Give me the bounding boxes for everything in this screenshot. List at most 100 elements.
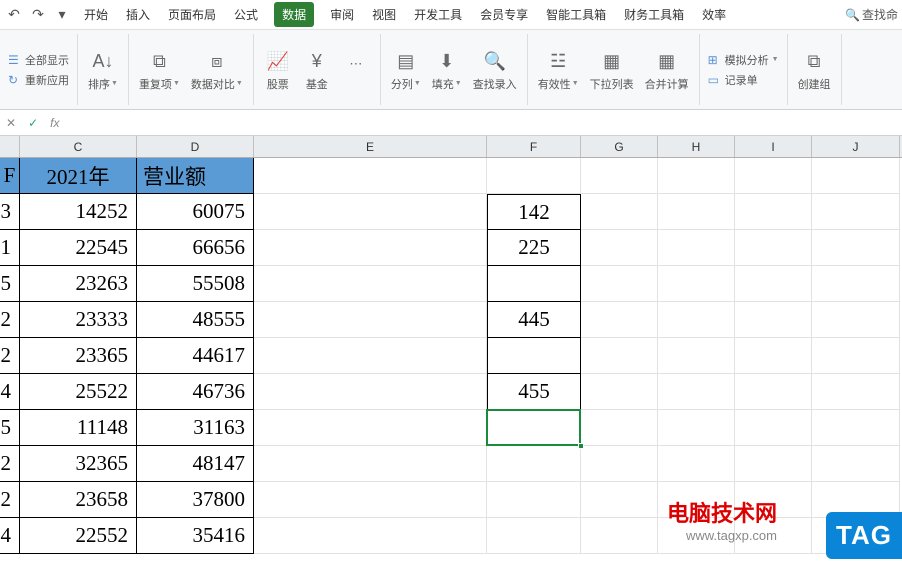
cell[interactable]: 60075 xyxy=(137,194,254,230)
formula-confirm-icon[interactable]: ✓ xyxy=(22,116,44,130)
cell[interactable]: 23365 xyxy=(20,338,137,374)
formula-cancel-icon[interactable]: ✕ xyxy=(0,116,22,130)
cell[interactable]: 23263 xyxy=(20,266,137,302)
cell[interactable] xyxy=(658,302,735,338)
cell[interactable] xyxy=(254,230,487,266)
col-header-G[interactable]: G xyxy=(581,136,658,157)
fx-icon[interactable]: fx xyxy=(44,116,65,130)
cell[interactable] xyxy=(735,194,812,230)
sort-button[interactable]: A↓ 排序▼ xyxy=(83,48,123,92)
cell[interactable] xyxy=(254,410,487,446)
cell[interactable] xyxy=(254,302,487,338)
cell[interactable] xyxy=(735,338,812,374)
cell[interactable] xyxy=(658,338,735,374)
dropdown-list-button[interactable]: ▦下拉列表 xyxy=(585,48,639,92)
cell[interactable] xyxy=(254,374,487,410)
cell[interactable]: 25522 xyxy=(20,374,137,410)
cell[interactable]: 11148 xyxy=(20,410,137,446)
cell[interactable]: 445 xyxy=(487,302,581,338)
tab-toolbox[interactable]: 智能工具箱 xyxy=(544,2,608,27)
cell[interactable] xyxy=(658,230,735,266)
cell[interactable] xyxy=(254,158,487,194)
cell[interactable] xyxy=(812,266,900,302)
col-header-B[interactable] xyxy=(0,136,20,157)
stock-button[interactable]: 📈股票 xyxy=(259,48,297,92)
cell[interactable] xyxy=(735,446,812,482)
col-header-H[interactable]: H xyxy=(658,136,735,157)
col-header-D[interactable]: D xyxy=(137,136,254,157)
cell[interactable] xyxy=(581,410,658,446)
cell[interactable]: 31163 xyxy=(137,410,254,446)
cell[interactable] xyxy=(254,482,487,518)
cell[interactable]: 5 xyxy=(0,410,20,446)
tab-insert[interactable]: 插入 xyxy=(124,2,152,27)
cell[interactable]: 营业额 xyxy=(137,158,254,194)
cell[interactable] xyxy=(735,302,812,338)
consolidate-button[interactable]: ▦合并计算 xyxy=(640,48,694,92)
cell[interactable]: 2 xyxy=(0,446,20,482)
cell[interactable] xyxy=(581,230,658,266)
cell[interactable]: 2 xyxy=(0,482,20,518)
cell[interactable]: 5 xyxy=(0,266,20,302)
tab-dev[interactable]: 开发工具 xyxy=(412,2,464,27)
cell[interactable] xyxy=(254,266,487,302)
qat-dropdown-icon[interactable]: ▾ xyxy=(52,5,72,25)
cell[interactable] xyxy=(581,374,658,410)
cell[interactable] xyxy=(658,410,735,446)
cell[interactable]: 23333 xyxy=(20,302,137,338)
cell[interactable]: 2021年 xyxy=(20,158,137,194)
tab-start[interactable]: 开始 xyxy=(82,2,110,27)
cell[interactable]: 23658 xyxy=(20,482,137,518)
tab-data[interactable]: 数据 xyxy=(274,2,314,27)
grid[interactable]: F2021年营业额3142526007514212254566656225523… xyxy=(0,158,902,554)
cell[interactable] xyxy=(254,518,487,554)
simulate-button[interactable]: ⊞模拟分析▼ xyxy=(705,51,782,69)
cell[interactable] xyxy=(487,518,581,554)
tab-member[interactable]: 会员专享 xyxy=(478,2,530,27)
col-header-I[interactable]: I xyxy=(735,136,812,157)
tab-efficiency[interactable]: 效率 xyxy=(700,2,728,27)
cell[interactable] xyxy=(581,302,658,338)
cell[interactable] xyxy=(487,266,581,302)
search-command[interactable]: 🔍 查找命 xyxy=(845,6,898,23)
tab-formula[interactable]: 公式 xyxy=(232,2,260,27)
cell[interactable]: 142 xyxy=(487,194,581,230)
cell[interactable]: 66656 xyxy=(137,230,254,266)
cell[interactable] xyxy=(581,518,658,554)
cell[interactable]: 2 xyxy=(0,338,20,374)
cell[interactable] xyxy=(254,446,487,482)
tab-review[interactable]: 审阅 xyxy=(328,2,356,27)
cell[interactable]: 48555 xyxy=(137,302,254,338)
col-header-J[interactable]: J xyxy=(812,136,900,157)
cell[interactable] xyxy=(581,158,658,194)
cell[interactable] xyxy=(487,338,581,374)
cell[interactable]: F xyxy=(0,158,20,194)
cell[interactable]: 22552 xyxy=(20,518,137,554)
cell[interactable] xyxy=(581,194,658,230)
cell[interactable] xyxy=(735,158,812,194)
fund-button[interactable]: ¥基金 xyxy=(298,48,336,92)
cell[interactable] xyxy=(658,158,735,194)
cell[interactable]: 48147 xyxy=(137,446,254,482)
cell[interactable] xyxy=(254,194,487,230)
cell[interactable]: 22545 xyxy=(20,230,137,266)
cell[interactable] xyxy=(658,266,735,302)
cell[interactable]: 4 xyxy=(0,518,20,554)
cell[interactable] xyxy=(487,158,581,194)
cell[interactable] xyxy=(487,482,581,518)
cell[interactable]: 46736 xyxy=(137,374,254,410)
cell[interactable] xyxy=(812,446,900,482)
cell[interactable] xyxy=(812,338,900,374)
cell[interactable]: 14252 xyxy=(20,194,137,230)
cell[interactable] xyxy=(735,230,812,266)
lookup-button[interactable]: 🔍查找录入 xyxy=(468,48,522,92)
cell[interactable]: 2 xyxy=(0,302,20,338)
show-all-button[interactable]: ☰全部显示 xyxy=(5,51,72,69)
cell[interactable]: 44617 xyxy=(137,338,254,374)
redo-icon[interactable]: ↷ xyxy=(28,5,48,25)
col-header-E[interactable]: E xyxy=(254,136,487,157)
duplicates-button[interactable]: ⧉重复项▼ xyxy=(134,48,185,92)
cell[interactable] xyxy=(254,338,487,374)
cell[interactable]: 37800 xyxy=(137,482,254,518)
more-datatype-button[interactable]: ⋯ xyxy=(337,50,375,90)
